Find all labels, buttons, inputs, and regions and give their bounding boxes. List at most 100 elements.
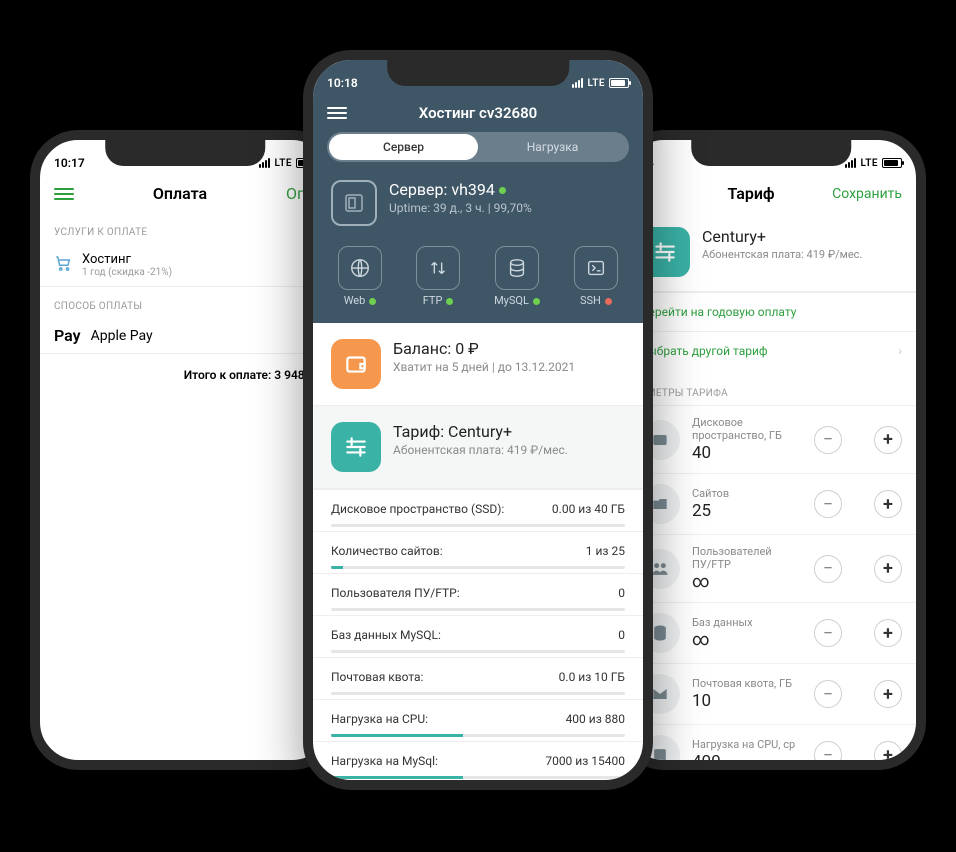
tab-server[interactable]: Сервер — [329, 134, 478, 160]
usage-stat: Нагрузка на MySql:7000 из 15400 — [313, 741, 643, 783]
tariff-param: Сайтов25−+ — [626, 473, 916, 534]
signal-icon — [259, 158, 270, 168]
notch — [105, 140, 265, 166]
decrement-button[interactable]: − — [814, 426, 842, 454]
param-value: 25 — [692, 501, 802, 521]
payment-method-name: Apple Pay — [91, 328, 153, 344]
section-method-label: СПОСОБ ОПЛАТЫ — [40, 287, 330, 318]
server-uptime: Uptime: 39 д., 3 ч. | 99,70% — [389, 201, 532, 215]
link-other-label: Выбрать другой тариф — [640, 344, 768, 358]
param-label: Баз данных — [692, 616, 802, 629]
wallet-icon — [331, 339, 381, 389]
param-label: Дисковое пространство, ГБ — [692, 416, 802, 442]
decrement-button[interactable]: − — [814, 680, 842, 708]
param-value: 400 — [692, 752, 802, 770]
notch — [691, 140, 851, 166]
stat-label: Почтовая квота: — [331, 670, 423, 684]
increment-button[interactable]: + — [874, 619, 902, 647]
server-icon — [331, 180, 377, 226]
increment-button[interactable]: + — [874, 741, 902, 769]
tariff-param: Баз данных∞− + — [626, 602, 916, 663]
status-time: 10:17 — [54, 156, 85, 170]
stat-label: Баз данных MySQL: — [331, 628, 441, 642]
status-dot-icon — [446, 298, 453, 305]
globe-icon — [338, 246, 382, 290]
tariff-param: Дисковое пространство, ГБ40−+ — [626, 405, 916, 473]
server-info[interactable]: Сервер: vh394 Uptime: 39 д., 3 ч. | 99,7… — [313, 176, 643, 242]
param-value: ∞ — [692, 630, 802, 650]
stat-label: Нагрузка на CPU: — [331, 712, 428, 726]
stat-value: 0.00 из 40 ГБ — [552, 502, 625, 516]
menu-icon[interactable] — [327, 107, 347, 119]
phone-tariff: 24 LTE Тариф Сохранить Century+ Абонентс… — [616, 130, 926, 770]
status-dot-icon — [369, 298, 376, 305]
progress-bar — [331, 524, 625, 527]
increment-button[interactable]: + — [874, 555, 902, 583]
network-label: LTE — [274, 158, 292, 169]
tariff-sub: Абонентская плата: 419 ₽/мес. — [393, 443, 568, 457]
stat-label: Нагрузка на MySql: — [331, 754, 438, 768]
section-params-label: АМЕТРЫ ТАРИФА — [626, 370, 916, 405]
stat-value: 0.0 из 10 ГБ — [559, 670, 625, 684]
phone-hosting: 10:18 LTE Хостинг cv32680 Сервер Нагрузк… — [303, 50, 653, 790]
applepay-icon: Pay — [54, 326, 81, 345]
battery-icon — [882, 158, 902, 168]
link-annual-payment[interactable]: Перейти на годовую оплату — [626, 292, 916, 331]
decrement-button[interactable]: − — [814, 619, 842, 647]
balance-card[interactable]: Баланс: 0 ₽ Хватит на 5 дней | до 13.12.… — [313, 323, 643, 406]
service-mysql[interactable]: MySQL — [494, 246, 540, 307]
stat-value: 0 — [618, 628, 625, 642]
link-other-tariff[interactable]: Выбрать другой тариф › — [626, 331, 916, 370]
header: Тариф Сохранить — [626, 178, 916, 213]
signal-icon — [845, 158, 856, 168]
stat-label: Количество сайтов: — [331, 544, 443, 558]
menu-icon[interactable] — [54, 188, 74, 200]
service-web[interactable]: Web — [338, 246, 382, 307]
tariff-card[interactable]: Тариф: Century+ Абонентская плата: 419 ₽… — [313, 406, 643, 489]
stat-label: Дисковое пространство (SSD): — [331, 502, 504, 516]
header: Хостинг cv32680 — [313, 98, 643, 132]
usage-stat: Пользователя ПУ/FTP:0 — [313, 573, 643, 615]
tab-load[interactable]: Нагрузка — [478, 134, 627, 160]
tariff-card: Century+ Абонентская плата: 419 ₽/мес. — [626, 213, 916, 292]
tab-segment: Сервер Нагрузка — [327, 132, 629, 162]
decrement-button[interactable]: − — [814, 741, 842, 769]
services-row: Web FTP MySQL SSH — [313, 242, 643, 323]
terminal-icon — [574, 246, 618, 290]
tariff-param: Пользователей ПУ/FTP∞− + — [626, 534, 916, 602]
progress-bar — [331, 608, 625, 611]
tariff-param: Почтовая квота, ГБ10−+ — [626, 663, 916, 724]
status-dot-icon — [605, 298, 612, 305]
service-sub: 1 год (скидка -21%) — [82, 267, 172, 278]
stat-value: 400 из 880 — [566, 712, 625, 726]
param-label: Почтовая квота, ГБ — [692, 677, 802, 690]
service-ftp[interactable]: FTP — [416, 246, 460, 307]
service-ssh[interactable]: SSH — [574, 246, 618, 307]
notch — [387, 60, 569, 86]
increment-button[interactable]: + — [874, 490, 902, 518]
section-services-label: УСЛУГИ К ОПЛАТЕ — [40, 213, 330, 244]
header: Оплата Опла — [40, 178, 330, 213]
param-label: Пользователей ПУ/FTP — [692, 545, 802, 571]
progress-bar — [331, 650, 625, 653]
network-label: LTE — [587, 78, 605, 89]
decrement-button[interactable]: − — [814, 490, 842, 518]
param-value: ∞ — [692, 572, 802, 592]
tariff-name: Century+ — [702, 227, 862, 246]
increment-button[interactable]: + — [874, 426, 902, 454]
status-time: 10:18 — [327, 76, 358, 90]
network-label: LTE — [860, 158, 878, 169]
increment-button[interactable]: + — [874, 680, 902, 708]
usage-stat: Количество сайтов:1 из 25 — [313, 531, 643, 573]
service-ftp-label: FTP — [423, 294, 443, 307]
page-title: Хостинг cv32680 — [347, 104, 609, 122]
phone-payment: 10:17 LTE Оплата Опла УСЛУГИ К ОПЛАТЕ Хо… — [30, 130, 340, 770]
decrement-button[interactable]: − — [814, 555, 842, 583]
tariff-fee: Абонентская плата: 419 ₽/мес. — [702, 248, 862, 261]
progress-bar — [331, 692, 625, 695]
transfer-icon — [416, 246, 460, 290]
save-button[interactable]: Сохранить — [832, 186, 902, 202]
payment-method-row[interactable]: Pay Apple Pay — [40, 318, 330, 354]
progress-bar — [331, 776, 625, 779]
service-row[interactable]: Хостинг 1 год (скидка -21%) — [40, 244, 330, 287]
